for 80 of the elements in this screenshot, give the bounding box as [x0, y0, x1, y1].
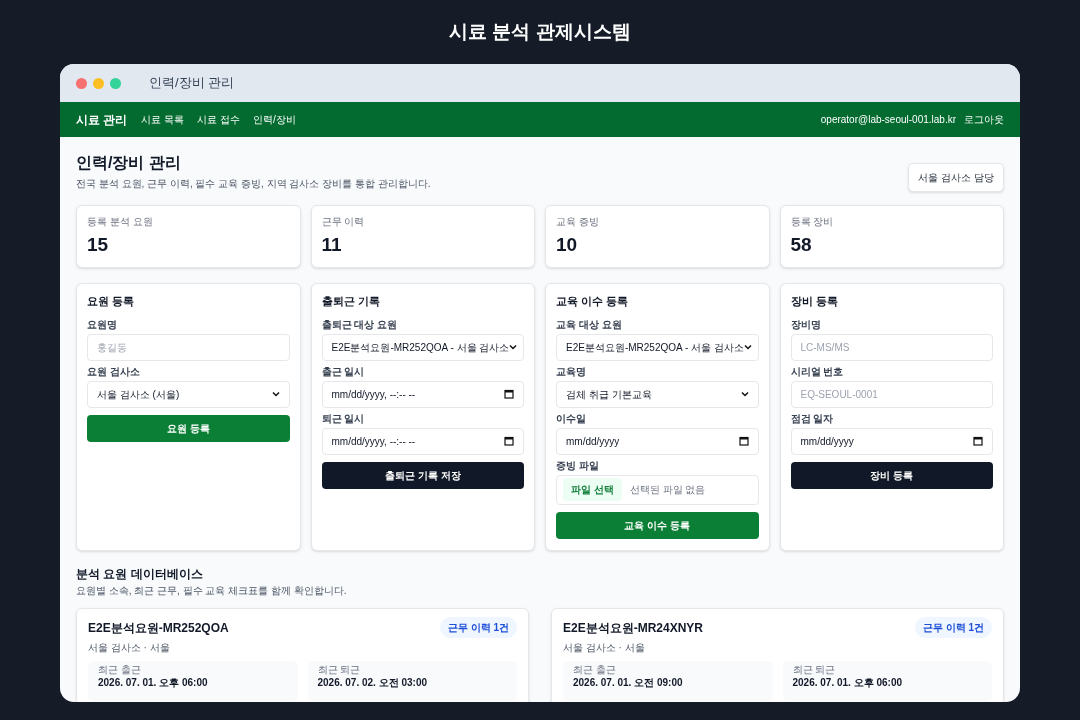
record-label: 최근 출근	[573, 664, 617, 676]
stat-label: 근무 이력	[321, 215, 366, 229]
date-field[interactable]: mm/dd/yyyy, --:-- --	[321, 380, 524, 408]
submit-button[interactable]: 교육 이수 등록	[556, 511, 759, 539]
field-label: 교육 대상 요원	[556, 317, 623, 331]
app-title: 시료 분석 관제시스템	[449, 19, 631, 44]
text-field[interactable]: LC-MS/MS	[790, 333, 993, 361]
form-title: 장비 등록	[790, 294, 839, 309]
field-label: 요원명	[87, 317, 118, 331]
field-label: 요원 검사소	[87, 364, 141, 378]
field-label: 이수일	[556, 411, 587, 425]
nav-link[interactable]: 시료 목록	[141, 112, 185, 127]
stat-label: 교육 증빙	[556, 215, 600, 229]
nav-link[interactable]: 인력/장비	[252, 112, 296, 127]
select-field[interactable]: 서울 검사소 (서울)	[87, 380, 290, 408]
submit-button[interactable]: 요원 등록	[87, 414, 290, 442]
field-label: 점검 일자	[790, 411, 835, 425]
date-field[interactable]: mm/dd/yyyy, --:-- --	[321, 427, 524, 455]
maximize-icon[interactable]	[110, 77, 121, 89]
region-badge: 서울 검사소 담당	[908, 163, 1004, 192]
calendar-icon	[504, 389, 514, 399]
caret-icon	[740, 391, 749, 397]
record-value: 2026. 07. 01. 오후 06:00	[792, 677, 904, 689]
submit-button[interactable]: 장비 등록	[790, 461, 993, 489]
section-subtitle: 요원별 소속, 최근 근무, 필수 교육 체크표를 함께 확인합니다.	[76, 584, 348, 598]
submit-button[interactable]: 출퇴근 기록 저장	[321, 461, 524, 489]
record-badge: 근무 이력 1건	[914, 617, 992, 638]
field-label: 장비명	[790, 317, 822, 331]
record-value: 2026. 07. 01. 오후 06:00	[98, 677, 209, 689]
text-field[interactable]: 홍길동	[87, 333, 290, 361]
staff-location: 서울 검사소 · 서울	[563, 641, 646, 655]
stat-value: 11	[321, 233, 343, 257]
field-label: 출퇴근 대상 요원	[321, 317, 399, 331]
select-field[interactable]: E2E분석요원-MR252QOA - 서울 검사소	[556, 333, 759, 361]
field-label: 교육명	[556, 364, 587, 378]
page-subtitle: 전국 분석 요원, 근무 이력, 필수 교육 증빙, 지역 검사소 장비를 통합 관리합니다.	[76, 177, 431, 191]
record-label: 최근 퇴근	[792, 664, 837, 676]
stat-value: 10	[556, 233, 579, 257]
staff-location: 서울 검사소 · 서울	[88, 641, 171, 655]
record-badge: 근무 이력 1건	[439, 617, 517, 638]
caret-icon	[743, 344, 752, 350]
nav-link[interactable]: 시료 접수	[197, 112, 240, 127]
stat-label: 등록 장비	[790, 215, 835, 229]
logout-link[interactable]: 로그아웃	[964, 112, 1004, 127]
calendar-icon	[738, 436, 749, 446]
caret-icon	[509, 344, 518, 350]
record-value: 2026. 07. 01. 오전 09:00	[573, 677, 684, 689]
staff-name: E2E분석요원-MR252QOA	[88, 619, 229, 637]
stat-value: 58	[790, 233, 813, 257]
date-field[interactable]: mm/dd/yyyy	[790, 427, 993, 455]
stat-label: 등록 분석 요원	[87, 215, 154, 229]
field-label: 출근 일시	[321, 364, 366, 378]
select-field[interactable]: 검체 취급 기본교육	[556, 380, 759, 408]
form-title: 교육 이수 등록	[556, 294, 630, 309]
field-label: 퇴근 일시	[321, 411, 366, 425]
field-label: 증빙 파일	[556, 458, 600, 472]
section-title: 분석 요원 데이터베이스	[76, 566, 204, 583]
form-title: 요원 등록	[87, 294, 136, 309]
record-label: 최근 출근	[98, 664, 142, 676]
file-choose-button[interactable]: 파일 선택	[563, 478, 622, 501]
record-value: 2026. 07. 02. 오전 03:00	[317, 677, 429, 689]
file-field[interactable]: 파일 선택 선택된 파일 없음	[556, 474, 759, 505]
calendar-icon	[973, 436, 983, 446]
form-title: 출퇴근 기록	[321, 294, 381, 309]
field-label: 시리얼 번호	[790, 364, 845, 378]
user-email: operator@lab-seoul-001.lab.kr	[820, 113, 956, 127]
caret-icon	[271, 391, 280, 397]
nav-brand[interactable]: 시료 관리	[76, 110, 128, 129]
minimize-icon[interactable]	[93, 77, 104, 89]
close-icon[interactable]	[76, 77, 87, 89]
page-title: 인력/장비 관리	[76, 153, 182, 173]
file-status: 선택된 파일 없음	[629, 483, 706, 497]
staff-name: E2E분석요원-MR24XNYR	[563, 619, 704, 637]
text-field[interactable]: EQ-SEOUL-0001	[790, 380, 993, 408]
record-label: 최근 퇴근	[317, 664, 362, 676]
calendar-icon	[504, 436, 514, 446]
select-field[interactable]: E2E분석요원-MR252QOA - 서울 검사소	[321, 333, 524, 361]
stat-value: 15	[87, 233, 110, 257]
window-title: 인력/장비 관리	[149, 74, 235, 93]
date-field[interactable]: mm/dd/yyyy	[556, 427, 759, 455]
